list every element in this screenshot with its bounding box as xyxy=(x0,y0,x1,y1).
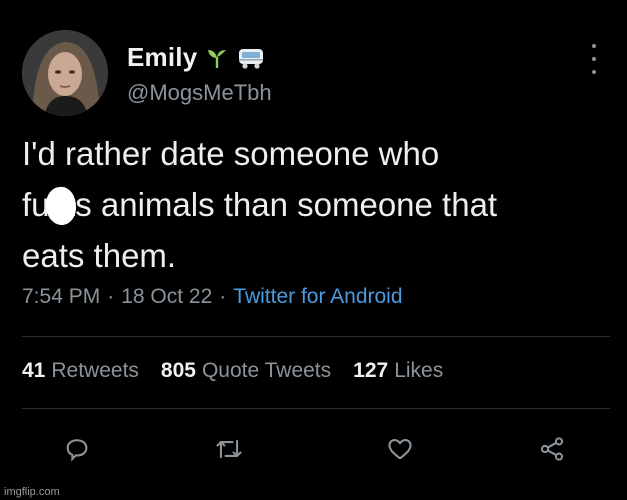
retweets-stat[interactable]: 41 Retweets xyxy=(22,359,139,383)
divider xyxy=(22,336,610,337)
tweet-source-link[interactable]: Twitter for Android xyxy=(233,285,402,309)
tweet-text: I'd rather date someone who fu ks animal… xyxy=(22,135,498,274)
user-handle[interactable]: @MogsMeTbh xyxy=(127,80,272,106)
meta-separator: · xyxy=(219,285,227,308)
retweet-icon[interactable] xyxy=(212,432,246,466)
tweet-time: 7:54 PM xyxy=(22,285,101,308)
bus-icon xyxy=(237,46,265,70)
tweet-metadata: 7:54 PM · 18 Oct 22 · Twitter for Androi… xyxy=(22,285,403,309)
likes-count: 127 xyxy=(353,359,389,382)
more-options-icon[interactable] xyxy=(583,44,605,74)
retweets-count: 41 xyxy=(22,359,46,382)
retweets-label: Retweets xyxy=(51,359,139,382)
likes-stat[interactable]: 127 Likes xyxy=(353,359,443,383)
divider xyxy=(22,408,610,409)
avatar[interactable] xyxy=(22,30,108,116)
quote-tweets-count: 805 xyxy=(160,359,196,382)
reply-icon[interactable] xyxy=(60,432,94,466)
tweet-card: Emily @MogsMeTbh I'd rather date someone… xyxy=(0,0,627,500)
share-icon[interactable] xyxy=(535,432,569,466)
name-row: Emily xyxy=(127,42,265,73)
meta-separator: · xyxy=(107,285,115,308)
engagement-stats: 41 Retweets 805 Quote Tweets 127 Likes xyxy=(22,359,465,383)
quote-tweets-stat[interactable]: 805 Quote Tweets xyxy=(161,359,331,383)
action-bar xyxy=(0,432,627,468)
seedling-icon xyxy=(205,46,229,70)
display-name[interactable]: Emily xyxy=(127,42,197,73)
quote-tweets-label: Quote Tweets xyxy=(201,359,332,382)
tweet-date[interactable]: 18 Oct 22 xyxy=(121,285,212,309)
watermark: imgflip.com xyxy=(4,486,60,498)
like-icon[interactable] xyxy=(383,432,417,466)
likes-label: Likes xyxy=(394,359,444,382)
